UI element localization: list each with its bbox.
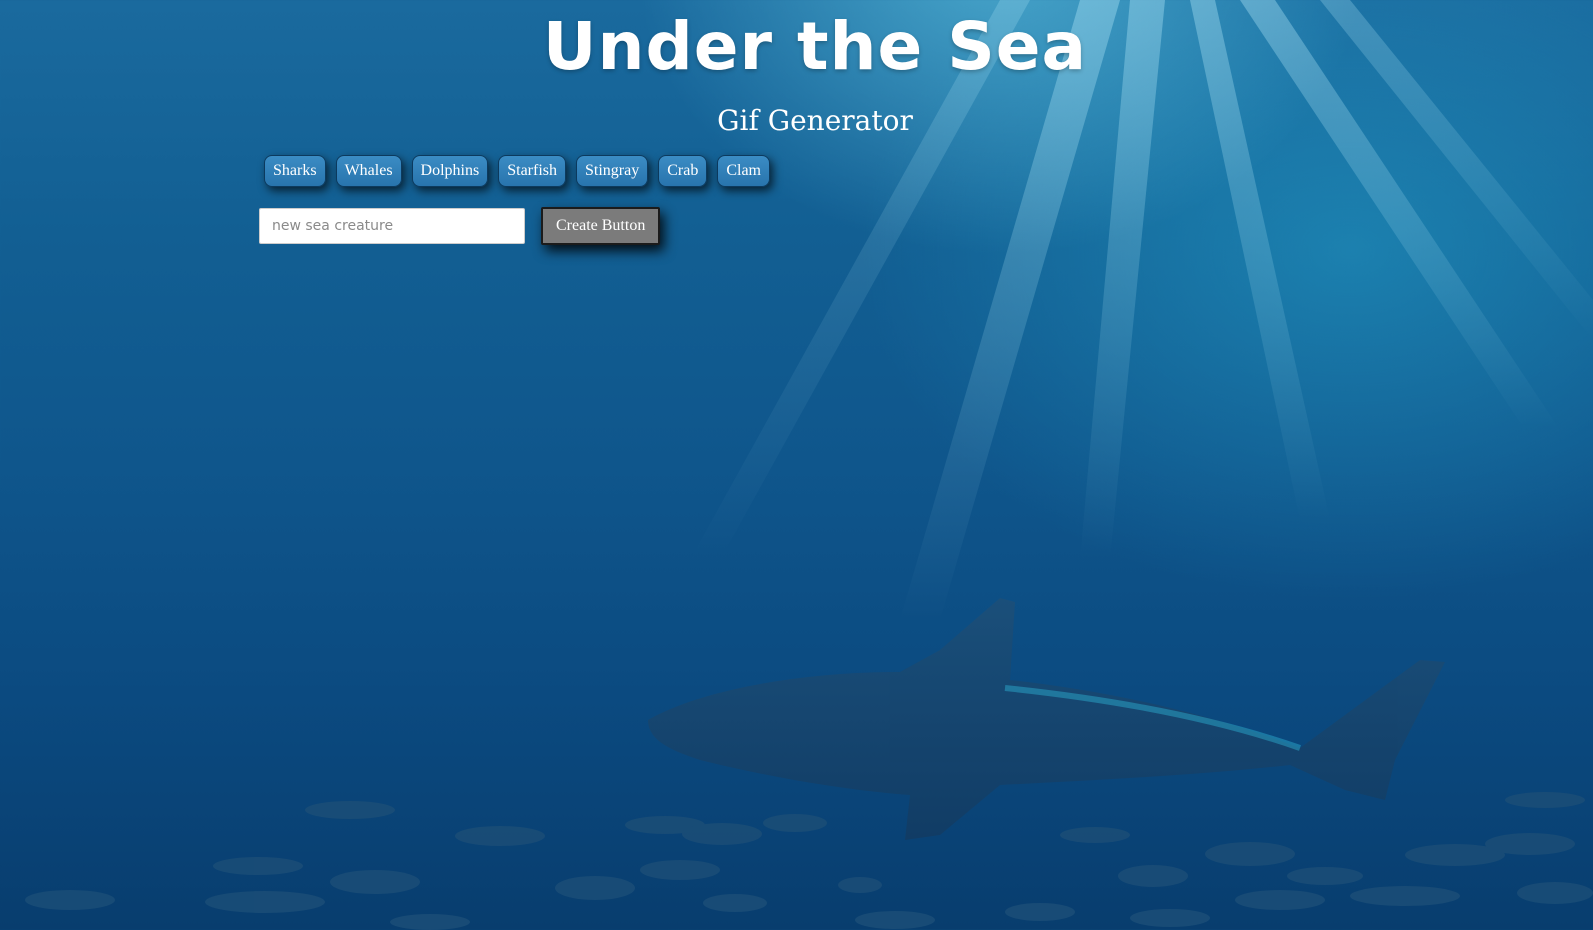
shark-silhouette — [648, 598, 1445, 840]
underwater-background — [25, 0, 1593, 930]
creature-button-clam[interactable]: Clam — [717, 155, 770, 187]
creature-button-sharks[interactable]: Sharks — [264, 155, 326, 187]
page-subtitle: Gif Generator — [717, 104, 913, 137]
new-creature-input[interactable] — [259, 208, 525, 244]
creature-button-stingray[interactable]: Stingray — [576, 155, 649, 187]
creature-button-row: Sharks Whales Dolphins Starfish Stingray… — [264, 155, 770, 187]
creature-button-crab[interactable]: Crab — [658, 155, 708, 187]
light-rays — [690, 0, 1593, 620]
fish-school — [25, 792, 1593, 930]
page-title: Under the Sea — [542, 8, 1088, 85]
creature-button-dolphins[interactable]: Dolphins — [411, 155, 489, 187]
add-creature-form: Create Button — [259, 207, 661, 245]
creature-button-whales[interactable]: Whales — [335, 155, 402, 187]
creature-button-starfish[interactable]: Starfish — [498, 155, 566, 187]
create-button[interactable]: Create Button — [541, 207, 661, 245]
